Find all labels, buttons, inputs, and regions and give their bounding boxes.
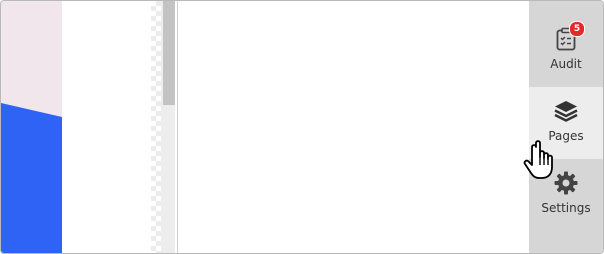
panel-scrollbar[interactable] [161,1,175,253]
scrollbar-thumb[interactable] [163,1,175,105]
layer-panel [62,1,161,253]
canvas-area[interactable] [178,1,529,253]
rail-item-audit[interactable]: 5 Audit [529,15,603,87]
gear-icon [553,169,579,197]
clipboard-checklist-icon: 5 [553,21,585,53]
rail-item-label: Settings [541,201,591,215]
hand-pointer-cursor-icon [523,140,553,179]
preview-pane [1,1,62,253]
transparency-checker [151,1,161,253]
layers-icon [553,97,579,125]
app-frame: 5 Audit Pages Settings [0,0,604,254]
audit-count-badge: 5 [569,21,585,37]
right-rail: 5 Audit Pages Settings [529,1,603,253]
rail-item-label: Audit [550,57,582,71]
blue-shape [1,103,62,253]
